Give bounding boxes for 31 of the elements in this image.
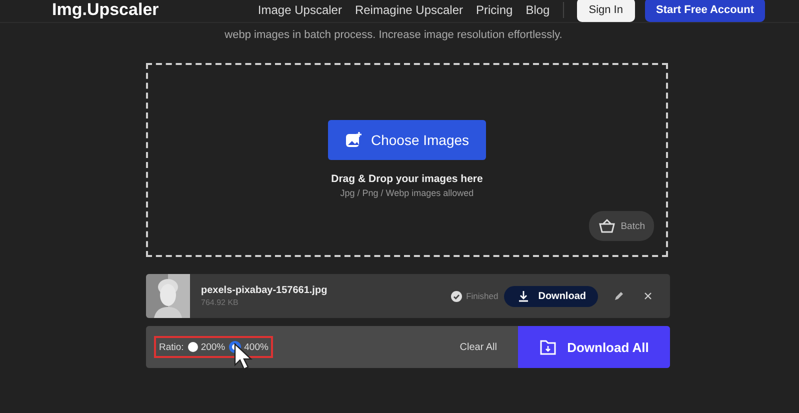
file-size: 764.92 KB: [201, 298, 240, 307]
download-button[interactable]: Download: [504, 286, 598, 306]
logo[interactable]: Img.Upscaler: [52, 0, 159, 20]
drop-title: Drag & Drop your images here: [331, 173, 483, 185]
download-icon: [518, 290, 530, 302]
folder-icon: [539, 338, 558, 356]
batch-button[interactable]: Batch: [588, 211, 654, 241]
choose-images-button[interactable]: Choose Images: [328, 120, 486, 160]
ratio-label: Ratio:: [159, 342, 184, 352]
pencil-icon[interactable]: [614, 291, 624, 301]
nav-link[interactable]: Pricing: [476, 3, 513, 17]
check-icon: [451, 290, 462, 302]
image-add-icon: [344, 131, 363, 149]
ratio-text: 400%: [244, 342, 268, 352]
nav-link[interactable]: Blog: [526, 3, 550, 17]
ratio-text: 200%: [200, 342, 226, 352]
subtitle: webp images in batch process. Increase image resolution effortlessly.: [224, 29, 564, 41]
file-name: pexels-pixabay-157661.jpg: [201, 285, 328, 296]
ratio-option[interactable]: 200%: [188, 342, 226, 352]
status-text: Finished: [466, 291, 498, 301]
dropzone[interactable]: Choose Images Drag & Drop your images here Jpg / Png / Webp images allowed Batch: [146, 63, 668, 257]
close-icon[interactable]: [644, 292, 652, 300]
drop-hint: Jpg / Png / Webp images allowed: [340, 188, 474, 198]
radio-button[interactable]: [188, 342, 198, 352]
download-all-button[interactable]: Download All: [518, 326, 670, 368]
basket-icon: [598, 218, 616, 234]
start-free-account-button[interactable]: Start Free Account: [644, 0, 765, 22]
clear-all-button[interactable]: Clear All: [454, 340, 503, 354]
nav-link[interactable]: Reimagine Upscaler: [354, 3, 464, 17]
sign-in-button[interactable]: Sign In: [576, 0, 635, 22]
nav-link[interactable]: Image Upscaler: [258, 3, 342, 17]
